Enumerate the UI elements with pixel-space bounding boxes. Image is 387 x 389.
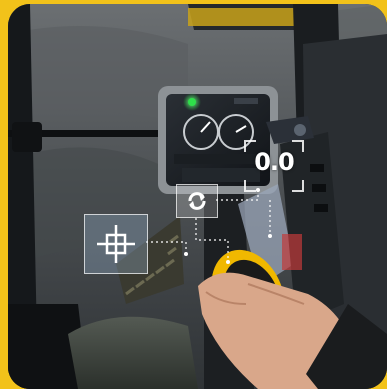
operator-leg bbox=[68, 316, 198, 389]
excavator-cab-photo: 0.0 bbox=[8, 4, 387, 389]
yellow-frame: 0.0 bbox=[0, 0, 387, 389]
hud-readout: 0.0 bbox=[244, 140, 304, 192]
bucket-top bbox=[188, 8, 308, 26]
rotate-hud-box bbox=[176, 184, 218, 218]
target-hud-box bbox=[84, 214, 148, 274]
readout-value: 0.0 bbox=[254, 148, 295, 176]
crosshair-target-icon bbox=[97, 225, 135, 263]
rotate-icon bbox=[188, 192, 206, 210]
